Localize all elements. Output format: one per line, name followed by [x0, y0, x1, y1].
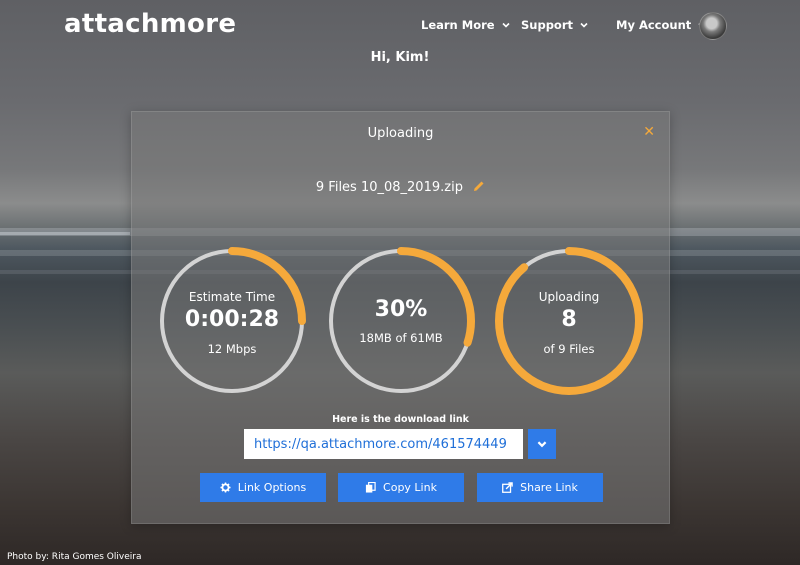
- chevron-down-icon: [502, 22, 510, 28]
- nav-learn-more[interactable]: Learn More: [421, 18, 511, 32]
- greeting: Hi, Kim!: [370, 50, 430, 65]
- photo-credit: Photo by: Rita Gomes Oliveira: [7, 552, 142, 562]
- copy-icon: [365, 482, 376, 493]
- nav-my-account-label: My Account: [616, 18, 692, 32]
- files-uploading-count: 8: [561, 307, 577, 332]
- share-icon: [502, 482, 513, 493]
- link-options-button[interactable]: Link Options: [200, 473, 326, 502]
- upload-modal: Uploading ✕ 9 Files 10_08_2019.zip Estim…: [131, 111, 670, 524]
- avatar[interactable]: [699, 12, 727, 40]
- filename-row: 9 Files 10_08_2019.zip: [132, 180, 669, 195]
- progress-percent-value: 30%: [374, 297, 428, 322]
- nav-support-label: Support: [521, 18, 574, 32]
- upload-speed: 12 Mbps: [207, 342, 257, 356]
- download-link-caption: Here is the download link: [332, 414, 469, 425]
- download-link-field[interactable]: https://qa.attachmore.com/461574449: [244, 429, 523, 459]
- estimate-time-ring: Estimate Time 0:00:28 12 Mbps: [156, 245, 308, 397]
- share-link-label: Share Link: [520, 481, 578, 494]
- nav-my-account[interactable]: My Account: [616, 18, 707, 32]
- files-total: of 9 Files: [543, 342, 595, 356]
- chevron-down-icon: [580, 22, 588, 28]
- progress-percent-ring: 30% 18MB of 61MB: [325, 245, 477, 397]
- chevron-down-icon: [537, 441, 547, 448]
- nav-learn-more-label: Learn More: [421, 18, 495, 32]
- estimate-time-label: Estimate Time: [188, 290, 276, 304]
- link-options-label: Link Options: [237, 481, 307, 494]
- modal-title: Uploading: [367, 126, 434, 141]
- copy-link-label: Copy Link: [383, 481, 437, 494]
- share-link-button[interactable]: Share Link: [477, 473, 603, 502]
- copy-link-button[interactable]: Copy Link: [338, 473, 464, 502]
- estimate-time-value: 0:00:28: [184, 307, 280, 332]
- progress-size: 18MB of 61MB: [359, 331, 443, 345]
- pencil-icon[interactable]: [473, 180, 485, 192]
- header: attachmore Learn More Support My Account: [0, 0, 800, 52]
- files-uploading-ring: Uploading 8 of 9 Files: [493, 245, 645, 397]
- background-wave: [0, 232, 130, 235]
- close-icon[interactable]: ✕: [643, 124, 655, 140]
- gear-icon: [220, 482, 231, 493]
- brand-logo[interactable]: attachmore: [64, 9, 236, 39]
- link-dropdown-button[interactable]: [528, 429, 556, 459]
- files-uploading-label: Uploading: [538, 290, 600, 304]
- nav-support[interactable]: Support: [521, 18, 589, 32]
- filename: 9 Files 10_08_2019.zip: [315, 180, 463, 195]
